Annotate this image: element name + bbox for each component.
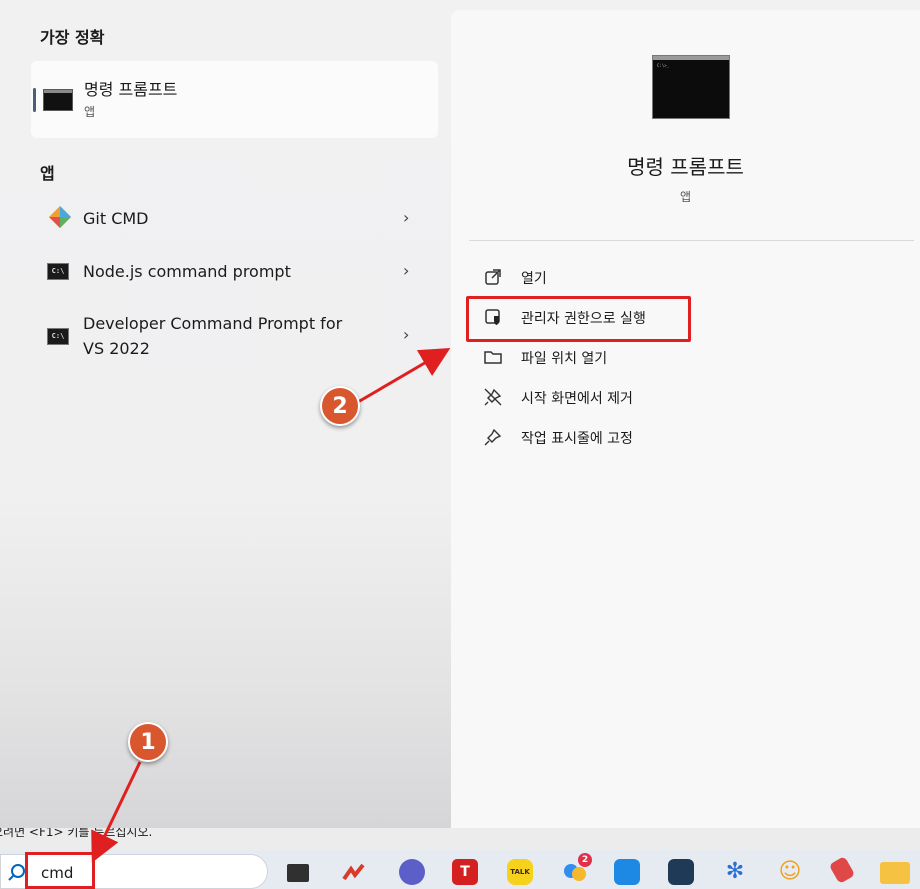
taskbar: T TALK 2 ✻ ☺ <box>0 850 920 889</box>
hint-bar: 으려면 <F1> 키를 누르십시오. <box>0 828 920 850</box>
best-match-title: 명령 프롬프트 <box>84 80 178 99</box>
unpin-icon <box>484 388 502 406</box>
snowflake-icon[interactable]: ✻ <box>722 859 748 885</box>
chevron-right-icon[interactable]: › <box>403 208 409 227</box>
pin-icon <box>484 428 502 446</box>
best-match-heading: 가장 정확 <box>40 28 105 47</box>
app-label: Git CMD <box>83 209 149 228</box>
action-open-file-location[interactable]: 파일 위치 열기 <box>483 342 723 372</box>
chat-icon[interactable] <box>399 859 425 885</box>
eraser-icon[interactable] <box>828 855 856 885</box>
best-match-item-command-prompt[interactable]: 명령 프롬프트 앱 <box>31 61 438 138</box>
search-icon <box>8 864 25 881</box>
action-label: 작업 표시줄에 고정 <box>521 431 633 447</box>
chevron-right-icon[interactable]: › <box>403 325 409 344</box>
windows-icon[interactable] <box>287 864 309 882</box>
action-label: 열기 <box>521 271 547 287</box>
open-external-icon <box>485 269 501 285</box>
file-explorer-icon[interactable] <box>880 862 910 884</box>
app-arrow-icon[interactable] <box>341 859 367 885</box>
action-open[interactable]: 열기 <box>483 262 723 292</box>
messenger-icon[interactable]: 2 <box>562 853 592 885</box>
t-app-icon[interactable]: T <box>452 859 478 885</box>
folder-icon <box>484 351 502 364</box>
detail-subtitle: 앱 <box>679 190 692 204</box>
app-item-nodejs-command-prompt[interactable]: C:\ Node.js command prompt › <box>31 250 438 294</box>
search-results-column: 가장 정확 명령 프롬프트 앱 앱 Git CMD › C:\ Node.js … <box>0 0 450 828</box>
command-prompt-large-icon: C:\>_ <box>652 55 730 119</box>
detail-title: 명령 프롬프트 <box>627 155 744 179</box>
app-item-git-cmd[interactable]: Git CMD › <box>31 196 438 240</box>
search-input-highlight <box>25 852 95 889</box>
command-prompt-icon: C:\ <box>47 263 69 280</box>
action-label: 파일 위치 열기 <box>521 351 608 367</box>
app-label: Node.js command prompt <box>83 262 291 281</box>
app-label-line2: VS 2022 <box>83 339 150 358</box>
action-pin-to-taskbar[interactable]: 작업 표시줄에 고정 <box>483 422 723 452</box>
best-match-type: 앱 <box>84 105 96 119</box>
notification-badge: 2 <box>578 853 592 867</box>
app-detail-pane: C:\>_ 명령 프롬프트 앱 열기 관리자 권한으로 실행 파일 위치 열기 <box>451 10 920 828</box>
chevron-right-icon[interactable]: › <box>403 261 409 280</box>
pay-icon[interactable] <box>614 859 640 885</box>
kakaotalk-icon[interactable]: TALK <box>507 859 533 885</box>
start-menu-panel: 가장 정확 명령 프롬프트 앱 앱 Git CMD › C:\ Node.js … <box>0 0 920 828</box>
step-1-badge: 1 <box>128 722 168 762</box>
action-unpin-from-start[interactable]: 시작 화면에서 제거 <box>483 382 723 412</box>
app-label-line1: Developer Command Prompt for <box>83 314 343 333</box>
command-prompt-icon: C:\ <box>47 328 69 345</box>
git-icon <box>49 206 71 228</box>
selection-indicator <box>33 88 36 112</box>
divider <box>469 240 914 241</box>
step-2-badge: 2 <box>320 386 360 426</box>
hint-text: 으려면 <F1> 키를 누르십시오. <box>0 828 153 839</box>
apps-heading: 앱 <box>40 164 55 183</box>
action-label: 시작 화면에서 제거 <box>521 391 633 407</box>
run-as-admin-highlight <box>466 296 691 342</box>
shield-app-icon[interactable] <box>668 859 694 885</box>
app-item-developer-command-prompt[interactable]: C:\ Developer Command Prompt for VS 2022… <box>31 308 438 364</box>
smile-icon[interactable]: ☺ <box>777 859 803 885</box>
command-prompt-icon <box>43 89 73 111</box>
